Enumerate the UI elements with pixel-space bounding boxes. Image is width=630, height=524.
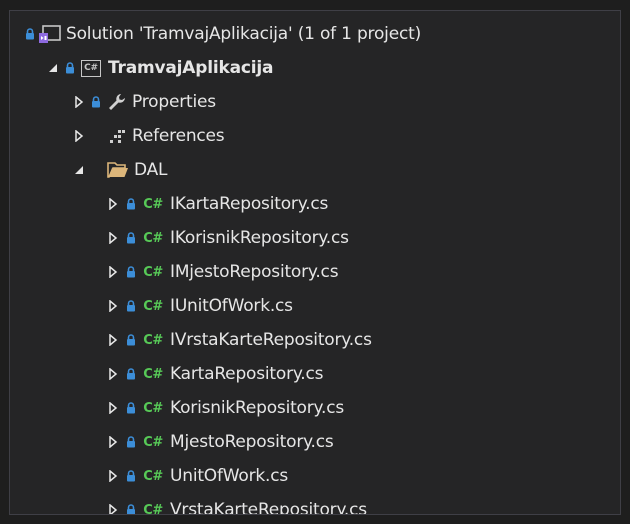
expand-arrow-icon[interactable] — [106, 289, 120, 323]
tree-row-dal-folder[interactable]: DAL — [10, 153, 620, 187]
csharp-file-icon: C# — [143, 400, 163, 416]
csharp-file-icon: C# — [143, 230, 163, 246]
csharp-file-icon: C# — [143, 502, 163, 515]
lock-icon — [125, 391, 137, 425]
csharp-file-icon: C# — [143, 298, 163, 314]
solution-tree: Solution 'TramvajAplikacija' (1 of 1 pro… — [10, 17, 620, 515]
file-label: IKorisnikRepository.cs — [170, 228, 349, 248]
dal-file-list: C# IKartaRepository.cs C# IKorisnikRepos… — [10, 187, 620, 515]
csharp-file-icon: C# — [143, 264, 163, 280]
file-label: MjestoRepository.cs — [170, 432, 334, 452]
expand-arrow-icon[interactable] — [106, 459, 120, 493]
tree-row-file[interactable]: C# IMjestoRepository.cs — [10, 255, 620, 289]
lock-icon — [90, 85, 102, 119]
lock-icon — [125, 493, 137, 514]
csharp-project-icon: C# — [80, 51, 102, 85]
expand-arrow-icon[interactable] — [106, 255, 120, 289]
tree-row-file[interactable]: C# IKorisnikRepository.cs — [10, 221, 620, 255]
tree-row-file[interactable]: C# VrstaKarteRepository.cs — [10, 493, 620, 515]
expand-arrow-icon[interactable] — [106, 187, 120, 221]
lock-icon — [125, 425, 137, 459]
tree-row-file[interactable]: C# IKartaRepository.cs — [10, 187, 620, 221]
lock-icon — [125, 357, 137, 391]
lock-icon — [125, 459, 137, 493]
expand-arrow-icon[interactable] — [72, 119, 86, 153]
file-label: VrstaKarteRepository.cs — [170, 500, 367, 515]
properties-label: Properties — [132, 92, 216, 112]
lock-icon — [24, 17, 36, 51]
lock-icon — [125, 255, 137, 289]
references-label: References — [132, 126, 225, 146]
expand-arrow-icon[interactable] — [106, 425, 120, 459]
expand-arrow-icon[interactable] — [106, 391, 120, 425]
expand-arrow-icon[interactable] — [106, 323, 120, 357]
csharp-file-icon: C# — [143, 196, 163, 212]
csharp-file-icon: C# — [143, 366, 163, 382]
tree-row-file[interactable]: C# KorisnikRepository.cs — [10, 391, 620, 425]
lock-icon — [64, 51, 76, 85]
file-label: IKartaRepository.cs — [170, 194, 329, 214]
project-label: TramvajAplikacija — [108, 58, 274, 78]
expand-arrow-icon[interactable] — [106, 357, 120, 391]
tree-row-file[interactable]: C# IVrstaKarteRepository.cs — [10, 323, 620, 357]
file-label: IVrstaKarteRepository.cs — [170, 330, 372, 350]
collapse-arrow-icon[interactable] — [72, 153, 86, 187]
expand-arrow-icon[interactable] — [72, 85, 86, 119]
file-label: IMjestoRepository.cs — [170, 262, 339, 282]
tree-row-project[interactable]: C# TramvajAplikacija — [10, 51, 620, 85]
tree-row-references[interactable]: References — [10, 119, 620, 153]
wrench-icon — [106, 85, 128, 119]
file-label: KartaRepository.cs — [170, 364, 324, 384]
solution-label: Solution 'TramvajAplikacija' (1 of 1 pro… — [66, 24, 421, 44]
folder-open-icon — [106, 153, 130, 187]
csharp-file-icon: C# — [143, 434, 163, 450]
tree-row-file[interactable]: C# KartaRepository.cs — [10, 357, 620, 391]
references-icon — [108, 119, 128, 153]
tree-row-file[interactable]: C# UnitOfWork.cs — [10, 459, 620, 493]
dal-folder-label: DAL — [134, 160, 168, 180]
tree-row-file[interactable]: C# MjestoRepository.cs — [10, 425, 620, 459]
tree-row-file[interactable]: C# IUnitOfWork.cs — [10, 289, 620, 323]
collapse-arrow-icon[interactable] — [46, 51, 60, 85]
lock-icon — [125, 323, 137, 357]
solution-explorer-panel: Solution 'TramvajAplikacija' (1 of 1 pro… — [9, 10, 621, 515]
tree-row-properties[interactable]: Properties — [10, 85, 620, 119]
lock-icon — [125, 187, 137, 221]
expand-arrow-icon[interactable] — [106, 493, 120, 514]
csharp-file-icon: C# — [143, 468, 163, 484]
file-label: KorisnikRepository.cs — [170, 398, 344, 418]
lock-icon — [125, 289, 137, 323]
visual-studio-solution-icon — [38, 17, 62, 51]
file-label: UnitOfWork.cs — [170, 466, 289, 486]
tree-row-solution[interactable]: Solution 'TramvajAplikacija' (1 of 1 pro… — [10, 17, 620, 51]
lock-icon — [125, 221, 137, 255]
csharp-file-icon: C# — [143, 332, 163, 348]
expand-arrow-icon[interactable] — [106, 221, 120, 255]
file-label: IUnitOfWork.cs — [170, 296, 293, 316]
